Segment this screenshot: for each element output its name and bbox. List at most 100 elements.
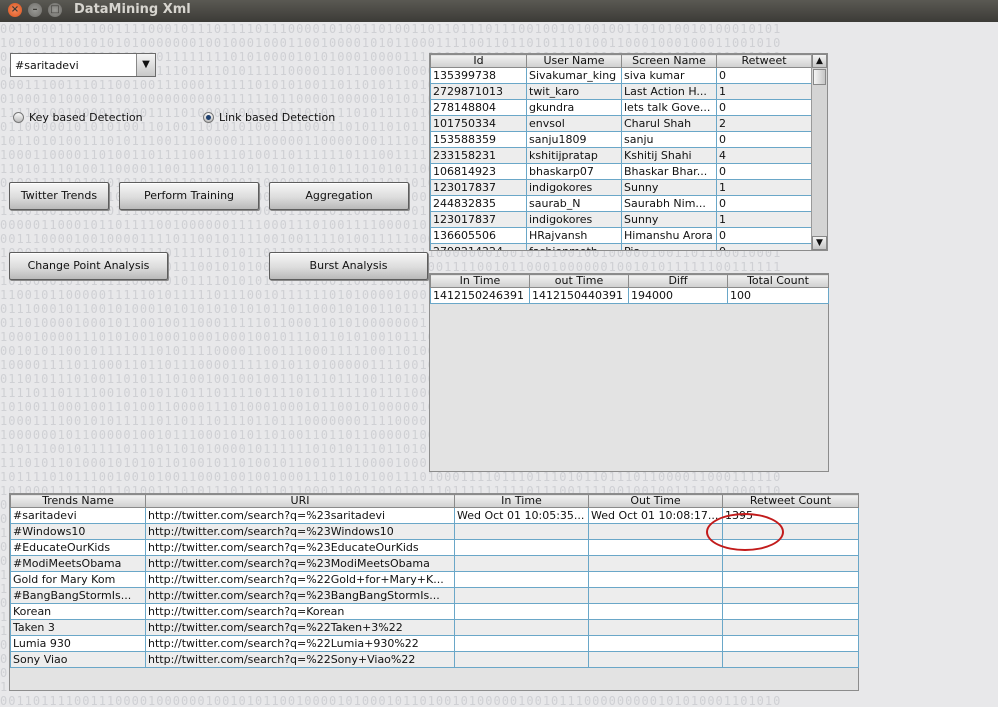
trends-table-cell[interactable] (588, 651, 723, 668)
radio-link-dot[interactable] (203, 112, 214, 123)
users-table-cell[interactable]: 0 (716, 131, 811, 148)
users-table-cell[interactable]: Last Action H... (621, 83, 717, 100)
users-table-cell[interactable]: Sunny (621, 211, 717, 228)
users-table-row[interactable]: 2729871013 twit_karo Last Action H... 1 (430, 83, 811, 100)
burst-analysis-button[interactable]: Burst Analysis (269, 252, 428, 280)
burst-table-header[interactable]: Diff (628, 274, 728, 288)
trends-table-cell[interactable]: Wed Oct 01 10:08:17... (588, 507, 723, 524)
trends-table-cell[interactable]: http://twitter.com/search?q=%23EducateOu… (145, 539, 455, 556)
users-table-cell[interactable]: 101750334 (430, 115, 527, 132)
trends-table-cell[interactable] (722, 571, 859, 588)
chevron-down-icon[interactable]: ▼ (136, 54, 155, 76)
users-table-cell[interactable]: Pia (621, 243, 717, 250)
users-table-cell[interactable]: 4 (716, 147, 811, 164)
burst-table-cell[interactable]: 194000 (628, 287, 728, 304)
trends-table-cell[interactable] (454, 587, 589, 604)
trends-table-cell[interactable] (722, 635, 859, 652)
users-table-cell[interactable]: HRajvansh (526, 227, 622, 244)
users-table-cell[interactable]: twit_karo (526, 83, 622, 100)
trends-table-cell[interactable]: #EducateOurKids (10, 539, 146, 556)
users-table-cell[interactable]: Himanshu Arora (621, 227, 717, 244)
users-table-cell[interactable]: 0 (716, 163, 811, 180)
users-table-row[interactable]: 153588359 sanju1809 sanju 0 (430, 131, 811, 148)
users-table-cell[interactable]: 0 (716, 195, 811, 212)
users-table-row[interactable]: 106814923 bhaskarp07 Bhaskar Bhar... 0 (430, 163, 811, 180)
users-table-cell[interactable]: 153588359 (430, 131, 527, 148)
trends-table-header[interactable]: Out Time (588, 494, 723, 508)
trends-table-cell[interactable] (722, 603, 859, 620)
trends-table-cell[interactable]: http://twitter.com/search?q=Korean (145, 603, 455, 620)
users-table-cell[interactable]: 1 (716, 211, 811, 228)
users-table-cell[interactable]: kshitijpratap (526, 147, 622, 164)
users-table-header[interactable]: Screen Name (621, 54, 717, 68)
users-table-cell[interactable]: indigokores (526, 179, 622, 196)
users-table-cell[interactable]: indigokores (526, 211, 622, 228)
users-table-cell[interactable]: 106814923 (430, 163, 527, 180)
users-table-cell[interactable]: 244832835 (430, 195, 527, 212)
users-table-cell[interactable]: 1 (716, 83, 811, 100)
trends-table-row[interactable]: Sony Viao http://twitter.com/search?q=%22… (10, 651, 859, 668)
users-table-cell[interactable]: 123017837 (430, 211, 527, 228)
trends-table-cell[interactable] (454, 603, 589, 620)
users-table-viewport[interactable]: Id User Name Screen Name Retweet 135399738 S… (430, 54, 811, 250)
users-table-cell[interactable]: Charul Shah (621, 115, 717, 132)
trends-table-cell[interactable] (588, 635, 723, 652)
trends-table-cell[interactable] (722, 651, 859, 668)
users-table-cell[interactable]: 0 (716, 227, 811, 244)
users-table-cell[interactable]: fashionmoth (526, 243, 622, 250)
trends-table-cell[interactable] (588, 603, 723, 620)
users-table-cell[interactable]: gkundra (526, 99, 622, 116)
burst-table-header[interactable]: out Time (529, 274, 629, 288)
users-table-cell[interactable]: 0 (716, 243, 811, 250)
users-table-cell[interactable]: 278148804 (430, 99, 527, 116)
users-table-cell[interactable]: saurab_N (526, 195, 622, 212)
minimize-icon[interactable]: – (28, 3, 42, 17)
close-icon[interactable]: × (8, 3, 22, 17)
users-table-cell[interactable]: 136605506 (430, 227, 527, 244)
trends-table-cell[interactable] (454, 555, 589, 572)
users-table-cell[interactable]: Bhaskar Bhar... (621, 163, 717, 180)
twitter-trends-button[interactable]: Twitter Trends (9, 182, 109, 210)
trends-table-cell[interactable] (454, 539, 589, 556)
users-table-cell[interactable]: 0 (716, 67, 811, 84)
users-table-row[interactable]: 278148804 gkundra lets talk Gove... 0 (430, 99, 811, 116)
users-table-header[interactable]: User Name (526, 54, 622, 68)
users-table-header[interactable]: Retweet (716, 54, 811, 68)
trends-table-cell[interactable]: Gold for Mary Kom (10, 571, 146, 588)
trends-table-cell[interactable] (722, 619, 859, 636)
trends-table-cell[interactable]: http://twitter.com/search?q=%23BangBangS… (145, 587, 455, 604)
users-table-cell[interactable]: Sivakumar_king (526, 67, 622, 84)
users-table-scrollbar[interactable]: ▲ ▼ (811, 54, 827, 250)
trends-table-header[interactable]: Retweet Count (722, 494, 859, 508)
burst-table-row[interactable]: 1412150246391 1412150440391 194000 100 (430, 287, 829, 304)
trends-table-cell[interactable]: Sony Viao (10, 651, 146, 668)
users-table-cell[interactable]: Kshitij Shahi (621, 147, 717, 164)
burst-table-cell[interactable]: 1412150440391 (529, 287, 629, 304)
trends-table-cell[interactable]: #BangBangStormIs... (10, 587, 146, 604)
trends-table-row[interactable]: Taken 3 http://twitter.com/search?q=%22Ta… (10, 619, 859, 636)
scroll-down-icon[interactable]: ▼ (812, 236, 827, 250)
trends-table-cell[interactable] (722, 587, 859, 604)
change-point-analysis-button[interactable]: Change Point Analysis (9, 252, 168, 280)
trends-table-row[interactable]: Korean http://twitter.com/search?q=Korean (10, 603, 859, 620)
trends-table-cell[interactable]: Wed Oct 01 10:05:35... (454, 507, 589, 524)
trends-table-cell[interactable]: http://twitter.com/search?q=%23Windows10 (145, 523, 455, 540)
burst-table-header[interactable]: In Time (430, 274, 530, 288)
trends-table-cell[interactable]: Taken 3 (10, 619, 146, 636)
trends-table-cell[interactable] (588, 571, 723, 588)
trends-table-cell[interactable]: #ModiMeetsObama (10, 555, 146, 572)
trends-table-cell[interactable]: http://twitter.com/search?q=%23saritadev… (145, 507, 455, 524)
users-table-row[interactable]: 233158231 kshitijpratap Kshitij Shahi 4 (430, 147, 811, 164)
trends-table-cell[interactable]: http://twitter.com/search?q=%22Gold+for+… (145, 571, 455, 588)
trends-table-cell[interactable]: Lumia 930 (10, 635, 146, 652)
users-table-cell[interactable]: sanju (621, 131, 717, 148)
users-table-cell[interactable]: sanju1809 (526, 131, 622, 148)
trends-table-row[interactable]: #BangBangStormIs... http://twitter.com/se… (10, 587, 859, 604)
burst-table-header[interactable]: Total Count (727, 274, 829, 288)
radio-key-dot[interactable] (13, 112, 24, 123)
trends-table-cell[interactable] (454, 523, 589, 540)
users-table-cell[interactable]: 2798214224 (430, 243, 527, 250)
users-table-cell[interactable]: Sunny (621, 179, 717, 196)
users-table-row[interactable]: 136605506 HRajvansh Himanshu Arora 0 (430, 227, 811, 244)
trends-table-cell[interactable] (588, 539, 723, 556)
